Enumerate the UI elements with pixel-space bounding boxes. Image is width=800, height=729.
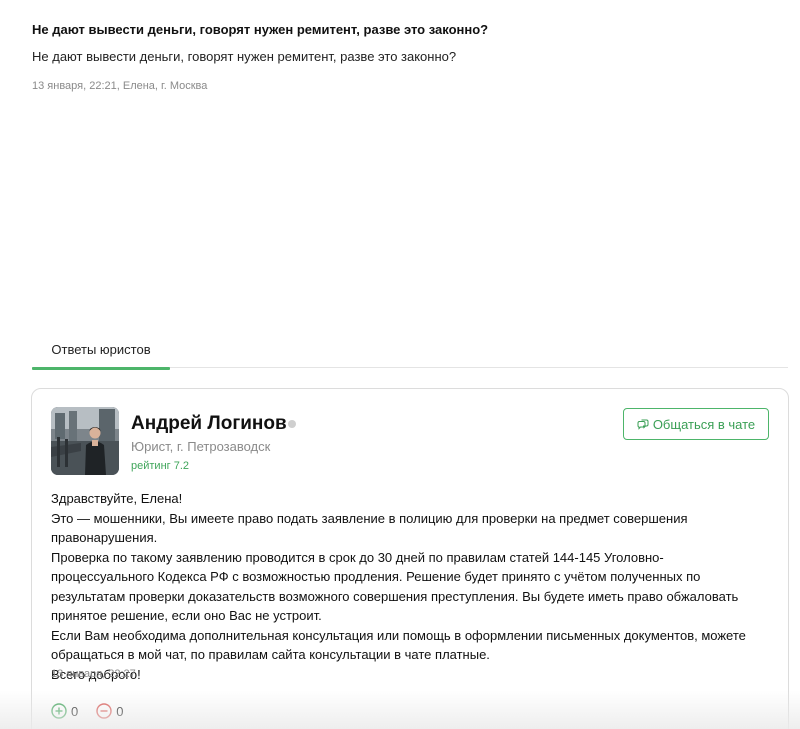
answers-tabs: Ответы юристов <box>32 336 788 370</box>
question-body: Не дают вывести деньги, говорят нужен ре… <box>32 49 457 64</box>
lawyer-subtitle: Юрист, г. Петрозаводск <box>131 439 271 454</box>
answer-text: Здравствуйте, Елена! Это — мошенники, Вы… <box>51 489 761 684</box>
question-meta: 13 января, 22:21, Елена, г. Москва <box>32 80 208 92</box>
plus-circle-icon <box>51 703 67 719</box>
chat-bubble-icon <box>637 419 649 430</box>
tab-lawyer-answers-label: Ответы юристов <box>51 342 151 357</box>
answer-paragraph: Это — мошенники, Вы имеете право подать … <box>51 510 688 546</box>
answer-card: Андрей Логинов Юрист, г. Петрозаводск ре… <box>31 388 789 729</box>
offline-status-dot <box>288 420 296 428</box>
answer-paragraph: Здравствуйте, Елена! <box>51 491 183 506</box>
vote-bar: 0 0 <box>51 703 141 719</box>
upvote-count: 0 <box>71 703 79 719</box>
downvote-button[interactable]: 0 <box>96 703 123 719</box>
downvote-count: 0 <box>116 703 124 719</box>
question-block: Не дают вывести деньги, говорят нужен ре… <box>32 22 772 93</box>
answer-paragraph: Всего доброго! <box>51 666 141 682</box>
answer-meta: 13 января, 22:27 <box>51 668 136 680</box>
lawyer-rating: рейтинг 7.2 <box>131 460 189 472</box>
tab-lawyer-answers[interactable]: Ответы юристов <box>32 336 170 370</box>
chat-button-label: Общаться в чате <box>652 416 756 432</box>
lawyer-name[interactable]: Андрей Логинов <box>131 413 287 435</box>
upvote-button[interactable]: 0 <box>51 703 78 719</box>
minus-circle-icon <box>96 703 112 719</box>
question-title: Не дают вывести деньги, говорят нужен ре… <box>32 22 489 37</box>
chat-button[interactable]: Общаться в чате <box>623 408 769 440</box>
lawyer-avatar[interactable] <box>51 407 119 475</box>
answer-paragraph: Если Вам необходима дополнительная консу… <box>51 627 746 663</box>
lawyer-photo <box>51 407 119 475</box>
answer-paragraph: Проверка по такому заявлению проводится … <box>51 549 739 624</box>
active-tab-underline <box>32 367 170 370</box>
